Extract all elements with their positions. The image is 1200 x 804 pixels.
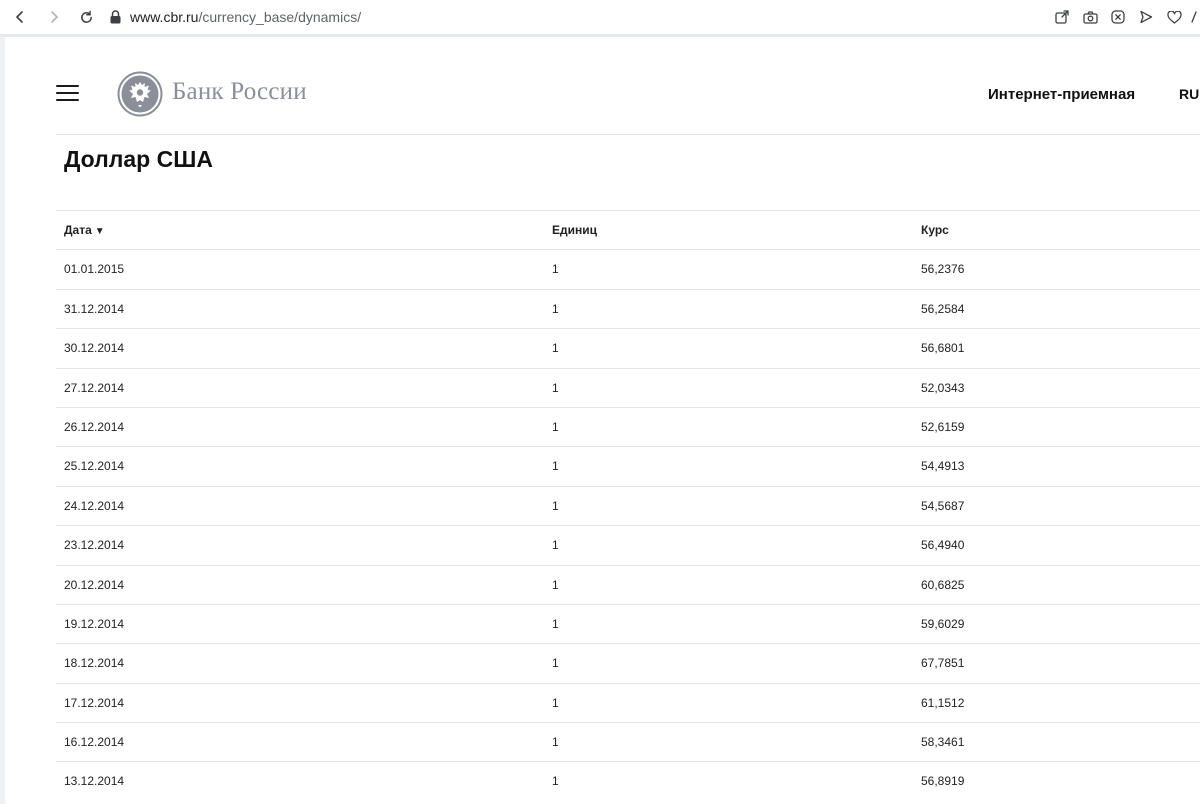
url-host: www.cbr.ru	[130, 9, 199, 25]
cell-units: 1	[552, 616, 559, 631]
bank-emblem-icon[interactable]	[117, 71, 163, 117]
internet-reception-link[interactable]: Интернет-приемная	[988, 86, 1135, 103]
header-divider	[56, 134, 1200, 135]
share-icon	[1055, 10, 1069, 24]
hamburger-menu-icon[interactable]	[56, 84, 79, 102]
cell-date: 19.12.2014	[64, 616, 125, 631]
chevron-right-icon	[51, 11, 58, 23]
cell-date: 16.12.2014	[64, 735, 125, 750]
cell-units: 1	[552, 380, 559, 395]
column-header-units: Единиц	[552, 223, 597, 237]
table-row: 24.12.2014 1 54,5687	[56, 485, 1200, 525]
reload-button[interactable]	[74, 5, 98, 29]
table-row: 30.12.2014 1 56,6801	[56, 328, 1200, 367]
cell-rate: 56,4940	[921, 538, 965, 553]
url-path: /currency_base/dynamics/	[198, 9, 362, 25]
language-switch[interactable]: RU	[1179, 86, 1199, 102]
cell-date: 24.12.2014	[64, 498, 125, 513]
rates-table: Дата ▼ Единиц Курс 01.01.2015 1 56,2376 3…	[56, 210, 1200, 801]
cell-units: 1	[552, 419, 559, 434]
more-button[interactable]	[1188, 5, 1200, 29]
column-header-date[interactable]: Дата ▼	[64, 211, 105, 251]
page-title: Доллар США	[64, 146, 213, 172]
cell-date: 30.12.2014	[64, 341, 125, 356]
table-row: 25.12.2014 1 54,4913	[56, 446, 1200, 485]
table-header-row: Дата ▼ Единиц Курс	[56, 210, 1200, 249]
cell-units: 1	[552, 577, 559, 592]
reload-icon	[80, 10, 92, 23]
content-edge	[0, 37, 5, 804]
cell-date: 20.12.2014	[64, 577, 125, 592]
cell-rate: 54,4913	[921, 459, 965, 474]
address-bar[interactable]: www.cbr.ru/currency_base/dynamics/	[110, 9, 361, 25]
cell-units: 1	[552, 301, 559, 316]
table-row: 27.12.2014 1 52,0343	[56, 367, 1200, 407]
cell-units: 1	[552, 498, 559, 513]
cell-date: 17.12.2014	[64, 695, 125, 710]
close-circle-icon	[1111, 10, 1125, 24]
cell-date: 18.12.2014	[64, 656, 125, 671]
table-row: 01.01.2015 1 56,2376	[56, 249, 1200, 288]
favorite-button[interactable]	[1160, 5, 1188, 29]
camera-icon	[1082, 10, 1098, 24]
table-row: 18.12.2014 1 67,7851	[56, 643, 1200, 682]
cell-date: 31.12.2014	[64, 301, 125, 316]
cell-units: 1	[552, 735, 559, 750]
cell-date: 27.12.2014	[64, 380, 125, 395]
cell-rate: 60,6825	[921, 577, 965, 592]
send-button[interactable]	[1132, 5, 1160, 29]
table-row: 19.12.2014 1 59,6029	[56, 603, 1200, 643]
cell-rate: 54,5687	[921, 498, 965, 513]
send-icon	[1140, 10, 1153, 24]
browser-actions	[1048, 0, 1200, 34]
close-tab-button[interactable]	[1104, 5, 1132, 29]
table-row: 20.12.2014 1 60,6825	[56, 564, 1200, 604]
cell-units: 1	[552, 262, 559, 277]
column-header-rate: Курс	[921, 223, 949, 237]
cell-date: 13.12.2014	[64, 774, 125, 789]
forward-button[interactable]	[42, 5, 66, 29]
cell-units: 1	[552, 341, 559, 356]
cell-rate: 59,6029	[921, 616, 965, 631]
cell-date: 23.12.2014	[64, 538, 125, 553]
site-header: Банк России Интернет-приемная RU	[0, 37, 1200, 134]
table-row: 31.12.2014 1 56,2584	[56, 288, 1200, 328]
cell-rate: 56,8919	[921, 774, 965, 789]
cell-rate: 52,0343	[921, 380, 965, 395]
cell-rate: 56,2376	[921, 262, 965, 277]
cell-units: 1	[552, 695, 559, 710]
cell-rate: 56,6801	[921, 341, 965, 356]
cell-date: 26.12.2014	[64, 419, 125, 434]
share-button[interactable]	[1048, 5, 1076, 29]
heart-icon	[1166, 10, 1182, 24]
column-header-date-label: Дата	[64, 223, 92, 237]
cell-units: 1	[552, 656, 559, 671]
overflow-icon	[1191, 11, 1197, 23]
cell-units: 1	[552, 774, 559, 789]
cell-date: 01.01.2015	[64, 262, 125, 277]
cell-rate: 52,6159	[921, 419, 965, 434]
table-row: 16.12.2014 1 58,3461	[56, 722, 1200, 761]
cell-rate: 58,3461	[921, 735, 965, 750]
table-row: 17.12.2014 1 61,1512	[56, 682, 1200, 722]
cell-rate: 56,2584	[921, 301, 965, 316]
lock-icon	[110, 10, 121, 24]
cell-units: 1	[552, 459, 559, 474]
cell-units: 1	[552, 538, 559, 553]
bank-logo-text[interactable]: Банк России	[172, 78, 307, 106]
table-row: 13.12.2014 1 56,8919	[56, 761, 1200, 800]
screenshot-button[interactable]	[1076, 5, 1104, 29]
table-row: 26.12.2014 1 52,6159	[56, 406, 1200, 446]
table-row: 23.12.2014 1 56,4940	[56, 525, 1200, 564]
browser-toolbar: www.cbr.ru/currency_base/dynamics/	[0, 0, 1200, 34]
cell-rate: 61,1512	[921, 695, 965, 710]
back-button[interactable]	[8, 5, 32, 29]
sort-desc-icon: ▼	[94, 226, 105, 237]
cell-rate: 67,7851	[921, 656, 965, 671]
chevron-left-icon	[16, 11, 23, 23]
cell-date: 25.12.2014	[64, 459, 125, 474]
